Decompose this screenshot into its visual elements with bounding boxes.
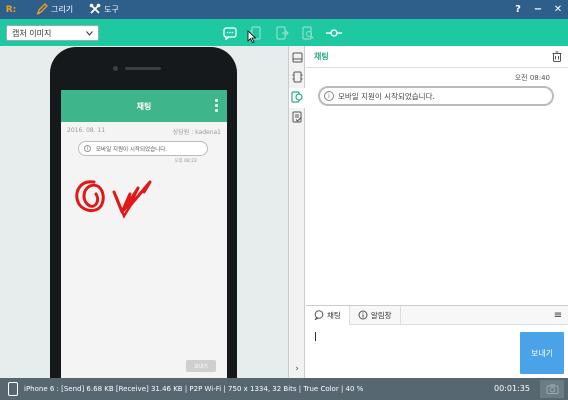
phone-chat-time: 오후 08:22	[174, 159, 197, 164]
chat-message-time: 오전 08:40	[514, 74, 550, 82]
phone-send-button: 보내기	[186, 360, 216, 372]
red-scribble-drawing	[75, 180, 152, 219]
minimize-button[interactable]: −	[528, 0, 548, 19]
phone-chat-message-text: 모바일 지원이 시작되었습니다.	[96, 146, 168, 153]
export-icon[interactable]	[274, 25, 290, 41]
close-button[interactable]: ✕	[548, 0, 568, 19]
status-info: iPhone 6 : [Send] 6.68 KB [Receive] 31.4…	[24, 385, 364, 393]
phone-chat-info: 2016. 08. 11 상담원 : kadena1	[67, 127, 221, 136]
trash-icon[interactable]	[552, 51, 562, 64]
device-icon	[292, 52, 303, 65]
info-icon: i	[324, 91, 334, 101]
mouse-cursor-icon	[247, 30, 257, 45]
tab-notifications[interactable]: 알림창	[350, 306, 401, 325]
hamburger-menu-icon[interactable]: ≡	[548, 306, 568, 324]
phone-camera	[113, 66, 118, 71]
phone-chat-date: 2016. 08. 11	[67, 127, 106, 134]
phone-status-icon	[8, 382, 18, 396]
checklist-icon	[292, 111, 303, 125]
chat-message-text: 모바일 지원이 시작되었습니다.	[338, 91, 435, 101]
menu-draw[interactable]: 그리기	[30, 0, 79, 19]
window-controls: ? − ✕	[508, 0, 568, 19]
title-bar: R: 그리기 도구 ? − ✕	[0, 0, 568, 19]
phone-chat-title: 채팅	[136, 101, 152, 111]
chat-icon	[314, 309, 324, 322]
chevron-right-icon[interactable]: ›	[289, 364, 305, 374]
phone-speaker	[125, 67, 161, 70]
chat-input[interactable]	[314, 329, 514, 374]
phone-icon	[292, 71, 303, 85]
chat-title: 채팅	[314, 52, 329, 61]
menu-tools-label: 도구	[104, 5, 119, 14]
chat-tabs: 채팅 알림창 ≡	[306, 305, 568, 325]
connection-icon[interactable]	[326, 25, 342, 41]
phone-chat-message: i 모바일 지원이 시작되었습니다.	[78, 141, 208, 156]
toolbar-icons	[222, 25, 342, 41]
pen-icon	[36, 2, 48, 17]
camera-icon[interactable]	[540, 380, 564, 398]
phone-chat-agent: 상담원 : kadena1	[172, 129, 221, 136]
tools-icon	[89, 3, 101, 17]
chevron-down-icon	[86, 29, 93, 38]
elapsed-time: 00:01:35	[494, 384, 530, 393]
sidetab-tasks[interactable]	[289, 108, 305, 128]
chat-phone-icon	[291, 91, 303, 105]
capture-type-value: 캡처 이미지	[12, 28, 52, 38]
sidetab-phone[interactable]	[289, 68, 305, 88]
menu-tools[interactable]: 도구	[83, 0, 125, 19]
tab-chat-label: 채팅	[327, 311, 341, 320]
capture-type-select[interactable]: 캡처 이미지	[6, 25, 99, 41]
chat-panel: 채팅 오전 08:40 i 모바일 지원이 시작되었습니다. 채팅 알림창 ≡ …	[306, 46, 568, 378]
app-logo: R:	[5, 4, 17, 15]
more-vertical-icon	[215, 99, 218, 114]
main-menu: 그리기 도구	[30, 0, 125, 19]
chat-header: 채팅	[306, 46, 568, 68]
search-file-icon[interactable]	[300, 25, 316, 41]
toolbar: 캡처 이미지	[0, 19, 568, 46]
phone-chat-header: 채팅	[61, 90, 227, 122]
sidetab-chat[interactable]	[289, 88, 305, 108]
help-button[interactable]: ?	[508, 0, 528, 19]
send-button[interactable]: 보내기	[520, 332, 564, 374]
side-tabs: ›	[288, 46, 305, 378]
tab-chat[interactable]: 채팅	[306, 306, 350, 325]
chat-message: i 모바일 지원이 시작되었습니다.	[318, 86, 554, 106]
info-icon: i	[84, 145, 91, 152]
sidetab-device[interactable]	[289, 48, 305, 68]
info-icon	[358, 310, 368, 322]
status-bar: iPhone 6 : [Send] 6.68 KB [Receive] 31.4…	[0, 378, 568, 400]
text-caret	[315, 332, 316, 341]
capture-area: 채팅 2016. 08. 11 상담원 : kadena1 i 모바일 지원이 …	[0, 46, 288, 400]
chat-bubble-icon[interactable]	[222, 25, 238, 41]
tab-notifications-label: 알림창	[370, 311, 392, 320]
menu-draw-label: 그리기	[51, 5, 74, 14]
